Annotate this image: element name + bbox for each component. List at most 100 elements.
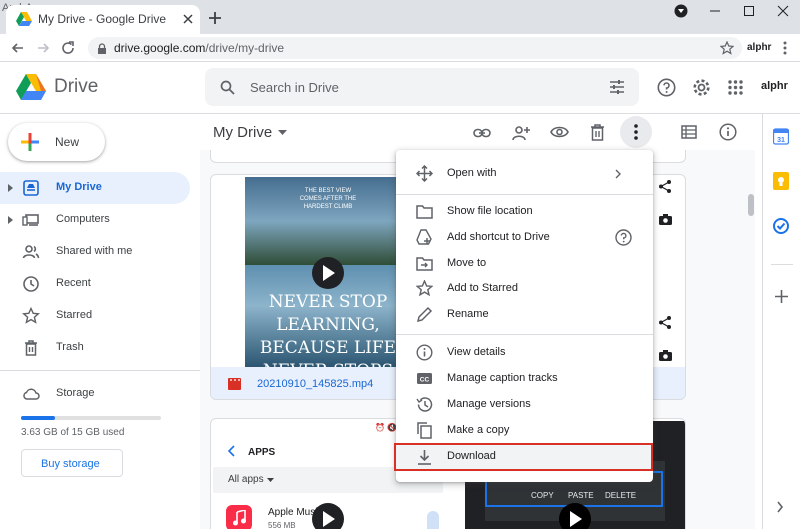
history-icon — [416, 397, 433, 412]
menu-item-manage-caption-tracks[interactable]: CC Manage caption tracks — [396, 366, 653, 391]
cloud-icon — [23, 388, 40, 400]
window-close-icon[interactable] — [766, 0, 800, 22]
chevron-down-icon[interactable] — [278, 130, 287, 135]
phone-apps-header: APPS — [248, 447, 276, 458]
search-bar[interactable]: Search in Drive — [205, 68, 639, 106]
menu-item-manage-versions[interactable]: Manage versions — [396, 392, 653, 417]
menu-item-show-file-location[interactable]: Show file location — [396, 199, 653, 224]
video-thumbnail[interactable]: THE BEST VIEW COMES AFTER THE HARDEST CL… — [245, 177, 411, 367]
search-icon[interactable] — [220, 80, 235, 95]
sidebar-item-recent[interactable]: Recent — [0, 268, 190, 300]
bookmark-star-icon[interactable] — [720, 41, 734, 55]
tasks-icon[interactable] — [773, 218, 789, 234]
browser-tab[interactable]: My Drive - Google Drive — [6, 5, 200, 34]
account-label[interactable]: alphr — [761, 80, 788, 92]
star-icon — [22, 307, 40, 324]
trash-icon — [25, 340, 37, 356]
menu-item-label: Add to Starred — [447, 282, 518, 294]
menu-item-label: Manage caption tracks — [447, 372, 558, 384]
info-icon[interactable] — [719, 123, 737, 141]
cc-icon: CC — [417, 373, 432, 384]
play-button[interactable] — [312, 257, 344, 289]
buy-storage-button[interactable]: Buy storage — [21, 449, 123, 477]
share-icon[interactable] — [659, 180, 671, 193]
back-icon[interactable] — [10, 40, 26, 56]
pencil-icon — [416, 306, 433, 323]
new-tab-icon[interactable] — [206, 9, 224, 27]
list-view-icon[interactable] — [681, 125, 697, 139]
sidebar-item-shared-with-me[interactable]: Shared with me — [0, 236, 190, 268]
sidebar-item-storage[interactable]: Storage — [0, 378, 190, 410]
settings-gear-icon[interactable] — [692, 78, 711, 97]
sidebar-item-my-drive[interactable]: My Drive — [0, 172, 190, 204]
apps-grid-icon[interactable] — [728, 80, 743, 95]
people-icon — [22, 245, 40, 259]
tab-close-icon[interactable] — [180, 11, 196, 27]
new-button[interactable]: New — [8, 123, 105, 161]
sidebar-item-starred[interactable]: Starred — [0, 300, 190, 332]
menu-item-label: Open with — [447, 167, 497, 179]
camera-icon[interactable] — [659, 350, 672, 361]
browser-menu-icon[interactable] — [782, 40, 788, 56]
storage-bar-fill — [21, 416, 55, 420]
phone-all-apps: All apps — [228, 474, 264, 485]
play-button[interactable] — [312, 503, 344, 529]
get-link-icon[interactable] — [473, 124, 491, 142]
more-actions-button[interactable] — [620, 116, 652, 148]
chevron-right-icon — [615, 169, 621, 179]
remove-trash-icon[interactable] — [589, 123, 606, 141]
sidebar-item-computers[interactable]: Computers — [0, 204, 190, 236]
profile-label[interactable]: alphr — [747, 42, 771, 53]
rail-divider — [771, 264, 793, 265]
play-button[interactable] — [559, 503, 591, 529]
lock-icon[interactable] — [97, 43, 107, 54]
context-menu: Open with Show file location Add shortcu… — [394, 150, 653, 482]
main-toolbar: My Drive — [200, 114, 755, 150]
menu-item-move-to[interactable]: Move to — [396, 251, 653, 276]
thumbnail-quote-large: NEVER STOP LEARNING, BECAUSE LIFE NEVER … — [259, 292, 397, 367]
share-icon[interactable] — [659, 316, 671, 329]
camera-icon[interactable] — [659, 214, 672, 225]
expand-arrow-icon[interactable] — [8, 184, 13, 192]
keep-icon[interactable] — [773, 172, 789, 190]
menu-item-add-shortcut[interactable]: Add shortcut to Drive — [396, 225, 653, 250]
sidebar-item-label: Computers — [56, 213, 110, 225]
sidebar-item-trash[interactable]: Trash — [0, 332, 190, 364]
svg-text:CC: CC — [420, 377, 430, 384]
side-panel-rail: 31 — [762, 114, 800, 529]
preview-eye-icon[interactable] — [550, 125, 569, 139]
help-circle-icon[interactable] — [615, 229, 632, 246]
calendar-icon[interactable]: 31 — [773, 128, 789, 145]
menu-item-open-with[interactable]: Open with — [396, 161, 653, 186]
drive-favicon-icon — [16, 12, 32, 26]
search-options-icon[interactable] — [609, 79, 625, 95]
apple-music-app-icon — [226, 505, 252, 529]
share-add-person-icon[interactable] — [511, 124, 531, 142]
maximize-icon[interactable] — [732, 0, 766, 22]
scrollbar-thumb[interactable] — [748, 194, 754, 216]
app-title[interactable]: Drive — [54, 76, 98, 98]
url-text: drive.google.com/drive/my-drive — [114, 41, 285, 55]
add-addon-icon[interactable] — [775, 290, 788, 303]
address-bar[interactable]: drive.google.com/drive/my-drive — [88, 37, 742, 59]
menu-item-label: Show file location — [447, 205, 533, 217]
forward-icon[interactable] — [35, 40, 51, 56]
minimize-icon[interactable] — [698, 0, 732, 22]
browser-titlebar: ArabAq.com My Drive - Google Drive — [0, 0, 800, 34]
menu-item-view-details[interactable]: View details — [396, 340, 653, 365]
drive-logo-icon[interactable] — [16, 74, 46, 100]
play-icon — [570, 511, 582, 527]
menu-item-download[interactable]: Download — [394, 443, 653, 471]
help-icon[interactable] — [657, 78, 676, 97]
menu-item-rename[interactable]: Rename — [396, 302, 653, 327]
reload-icon[interactable] — [60, 40, 76, 56]
download-icon — [418, 450, 431, 465]
search-input[interactable]: Search in Drive — [250, 80, 339, 95]
menu-item-make-a-copy[interactable]: Make a copy — [396, 418, 653, 443]
page-title[interactable]: My Drive — [213, 124, 272, 141]
expand-arrow-icon[interactable] — [8, 216, 13, 224]
media-control-icon[interactable] — [664, 0, 698, 22]
collapse-panel-icon[interactable] — [776, 501, 784, 513]
file-name: 20210910_145825.mp4 — [257, 378, 374, 390]
menu-item-add-to-starred[interactable]: Add to Starred — [396, 276, 653, 301]
